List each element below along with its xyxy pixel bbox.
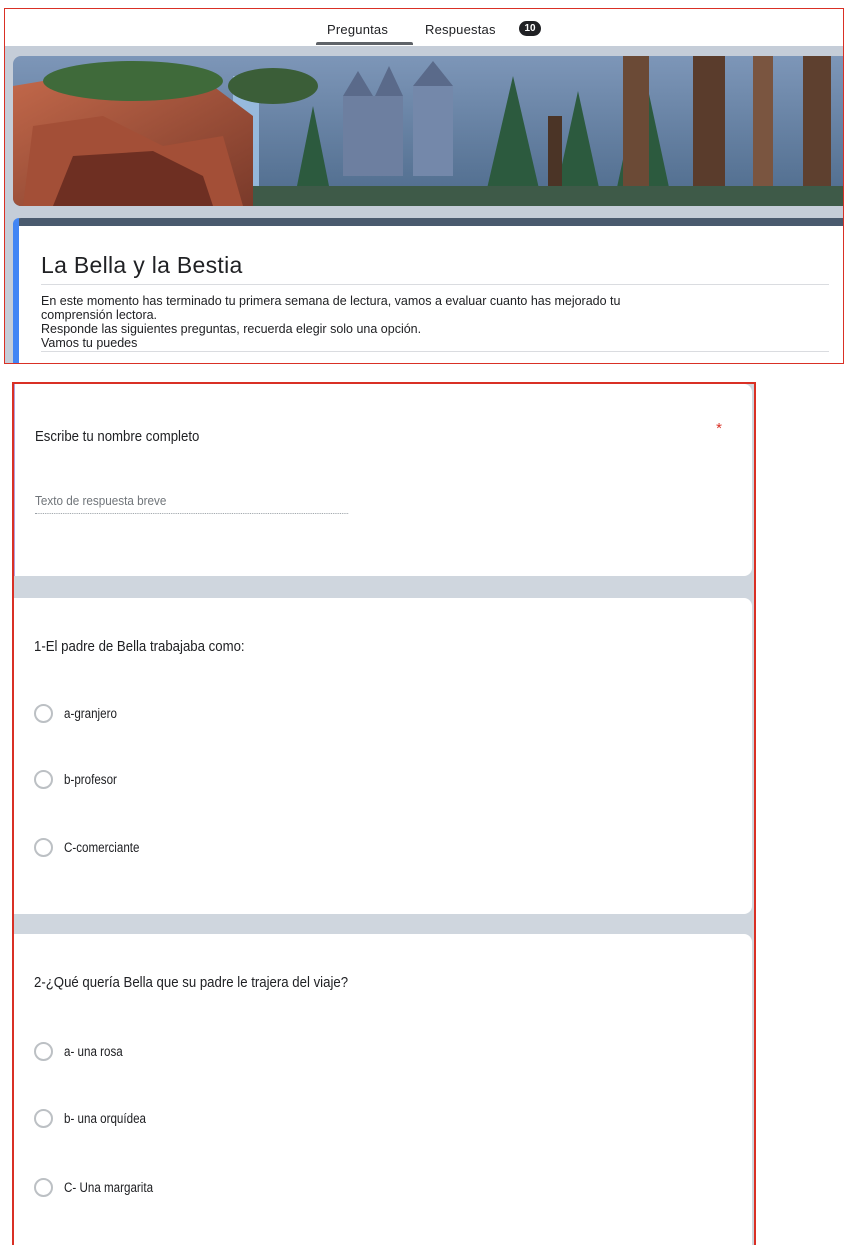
- question-title: 1-El padre de Bella trabajaba como:: [34, 638, 245, 655]
- question-card-2: 2-¿Qué quería Bella que su padre le traj…: [14, 934, 752, 1245]
- option-label: a-granjero: [64, 705, 117, 721]
- option-label: C- Una margarita: [64, 1179, 154, 1195]
- title-divider: [41, 284, 829, 285]
- tab-respuestas[interactable]: Respuestas: [425, 22, 496, 37]
- description-divider: [41, 351, 829, 352]
- responses-count-badge: 10: [519, 21, 541, 36]
- question-card-name: Escribe tu nombre completo *: [14, 384, 752, 576]
- option-profesor[interactable]: b-profesor: [34, 768, 126, 790]
- option-label: C-comerciante: [64, 839, 140, 855]
- header-banner-image: [13, 56, 843, 206]
- short-answer-input[interactable]: [35, 488, 349, 514]
- radio-unchecked-icon[interactable]: [34, 1108, 53, 1128]
- option-granjero[interactable]: a-granjero: [34, 702, 126, 724]
- option-margarita[interactable]: C- Una margarita: [34, 1176, 168, 1198]
- question-title: 2-¿Qué quería Bella que su padre le traj…: [34, 974, 349, 991]
- radio-unchecked-icon[interactable]: [34, 769, 53, 789]
- radio-unchecked-icon[interactable]: [34, 1177, 53, 1197]
- header-top-stripe: [13, 218, 843, 226]
- question-title: Escribe tu nombre completo: [35, 428, 200, 445]
- form-editor-header-screenshot: Preguntas Respuestas 10 La Bella y la Be…: [4, 8, 844, 364]
- option-label: b- una orquídea: [64, 1110, 146, 1126]
- question-card-1: 1-El padre de Bella trabajaba como: a-gr…: [14, 598, 752, 914]
- option-label: a- una rosa: [64, 1043, 123, 1059]
- option-rosa[interactable]: a- una rosa: [34, 1040, 132, 1062]
- form-title[interactable]: La Bella y la Bestia: [41, 252, 243, 279]
- form-questions-screenshot: Escribe tu nombre completo * 1-El padre …: [12, 382, 756, 1245]
- editor-tabs-bar: Preguntas Respuestas 10: [5, 9, 843, 46]
- option-comerciante[interactable]: C-comerciante: [34, 836, 152, 858]
- form-description[interactable]: En este momento has terminado tu primera…: [41, 294, 811, 350]
- option-orquidea[interactable]: b- una orquídea: [34, 1107, 159, 1129]
- required-asterisk: *: [716, 420, 722, 437]
- radio-unchecked-icon[interactable]: [34, 703, 53, 723]
- radio-unchecked-icon[interactable]: [34, 1041, 53, 1061]
- option-label: b-profesor: [64, 771, 117, 787]
- radio-unchecked-icon[interactable]: [34, 837, 53, 857]
- form-header-card: La Bella y la Bestia En este momento has…: [13, 218, 843, 363]
- active-tab-indicator: [316, 42, 413, 45]
- tab-preguntas[interactable]: Preguntas: [327, 22, 388, 37]
- active-card-indicator: [13, 218, 19, 363]
